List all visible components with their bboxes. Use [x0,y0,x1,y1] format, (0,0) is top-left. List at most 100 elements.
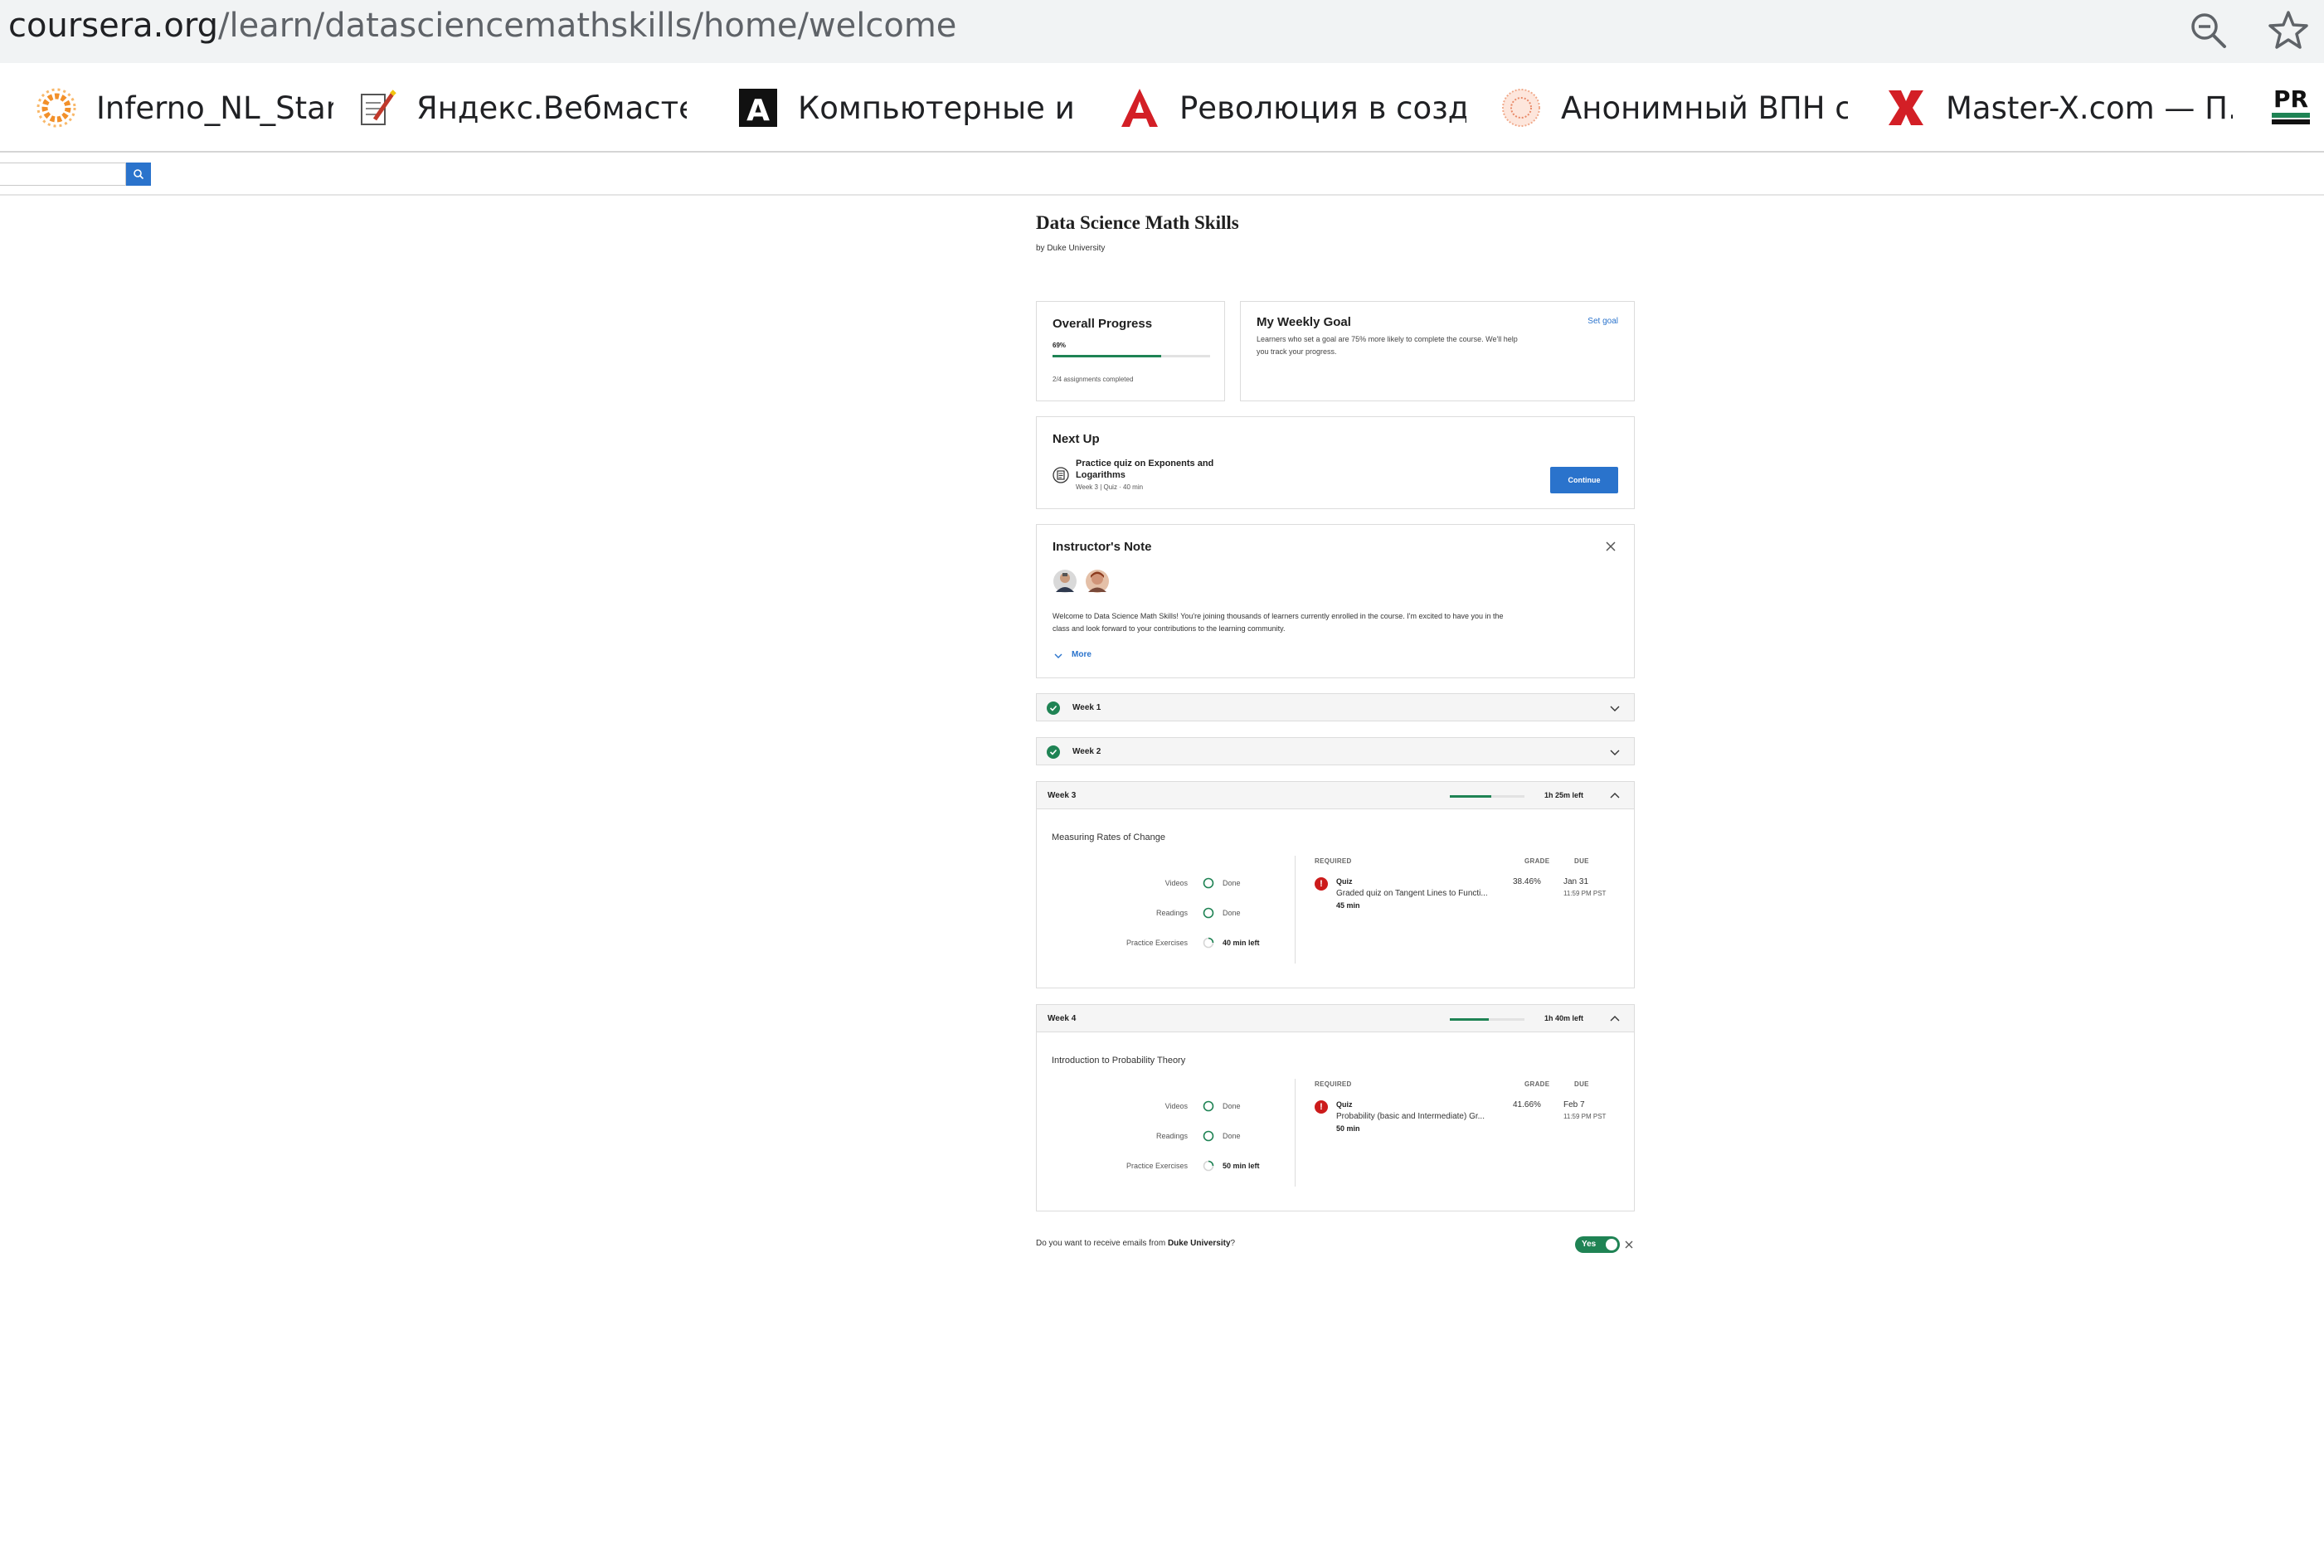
practice-exercises-label: Practice Exercises [1126,1162,1188,1170]
set-goal-link[interactable]: Set goal [1587,317,1618,326]
readings-status: Done [1223,1132,1241,1140]
due-column-header: DUE [1574,1080,1589,1088]
practice-exercises-status: 40 min left [1223,939,1260,947]
bookmark-label: Революция в созд... [1179,90,1466,126]
bookmark-item[interactable]: Master-X.com — П... [1884,83,2233,133]
module-title[interactable]: Measuring Rates of Change [1052,833,1165,842]
week-3-progress-bar [1450,795,1524,798]
instructor-note-title: Instructor's Note [1053,540,1152,554]
week-label: Week 2 [1072,747,1101,756]
bookmark-item[interactable]: Inferno_NL_Start [35,83,333,133]
videos-status: Done [1223,1102,1241,1110]
readings-label: Readings [1155,909,1188,917]
browser-address-bar[interactable]: coursera.org/learn/datasciencemathskills… [0,0,2324,63]
module-title[interactable]: Introduction to Probability Theory [1052,1056,1185,1066]
instructor-avatar [1053,570,1077,593]
done-ring-icon [1203,877,1214,889]
zoom-out-icon[interactable] [2186,8,2231,53]
assignments-completed: 2/4 assignments completed [1053,376,1134,383]
chevron-down-icon [1610,706,1620,711]
overall-progress-percent: 69% [1053,342,1067,349]
quiz-due-date: Feb 7 [1563,1100,1585,1109]
site-search-input[interactable] [0,163,126,186]
bookmark-item[interactable]: Революция в созд... [1118,83,1466,133]
week-3-content: Measuring Rates of Change Videos Done Re… [1036,809,1635,988]
next-up-item-title[interactable]: Practice quiz on Exponents and Logarithm… [1076,458,1213,481]
url-text[interactable]: coursera.org/learn/datasciencemathskills… [8,7,956,45]
check-circle-icon [1047,701,1060,715]
bookmark-label: PR [2273,85,2309,113]
bookmark-label: Компьютерные иг... [798,90,1077,126]
week-label: Week 1 [1072,703,1101,712]
red-x-icon [1884,86,1928,129]
quiz-grade: 41.66% [1513,1100,1541,1109]
pr-icon: PR [2269,86,2312,129]
grade-column-header: GRADE [1524,1080,1550,1088]
instructor-note-text-line: class and look forward to your contribut… [1053,624,1286,633]
email-toggle[interactable]: Yes [1575,1236,1620,1253]
quiz-time: 50 min [1336,1124,1360,1133]
bookmark-item[interactable]: Анонимный ВПН с... [1500,83,1848,133]
quiz-due-time: 11:59 PM PST [1563,1113,1607,1120]
overall-progress-fill [1053,355,1162,357]
quiz-type: Quiz [1336,877,1353,886]
chevron-down-icon [1054,653,1062,658]
quiz-type: Quiz [1336,1100,1353,1109]
week-4-progress-bar [1450,1018,1524,1021]
readings-status: Done [1223,909,1241,917]
required-column-header: REQUIRED [1315,1080,1352,1088]
quiz-name[interactable]: Probability (basic and Intermediate) Gr.… [1336,1112,1485,1121]
quiz-grade: 38.46% [1513,877,1541,886]
weekly-goal-text-line: Learners who set a goal are 75% more lik… [1257,335,1518,343]
instructor-avatar [1086,570,1109,593]
overall-progress-card: Overall Progress 69% 2/4 assignments com… [1036,301,1225,401]
email-toggle-label: Yes [1582,1240,1597,1249]
week-3-progress-fill [1450,795,1491,798]
next-up-title: Next Up [1053,432,1100,446]
close-icon[interactable] [1624,1240,1634,1250]
partial-ring-icon [1203,1160,1214,1172]
next-up-card: Next Up Practice quiz on Exponents and L… [1036,416,1635,509]
svg-text:A: A [746,94,770,128]
url-host: coursera.org [8,7,218,45]
course-provider: by Duke University [1036,244,1106,253]
continue-button[interactable]: Continue [1550,467,1618,493]
email-prompt: Do you want to receive emails from Duke … [1036,1239,1235,1248]
close-icon[interactable] [1605,541,1617,552]
bookmarks-bar: Inferno_NL_Start Яндекс.Вебмастер... A К… [0,63,2324,153]
week-3-header[interactable]: Week 3 1h 25m left [1036,781,1635,809]
week-2-header[interactable]: Week 2 [1036,737,1635,765]
bookmark-star-icon[interactable] [2266,8,2311,53]
quiz-name[interactable]: Graded quiz on Tangent Lines to Functi..… [1336,889,1488,898]
chevron-up-icon [1610,793,1620,799]
a-logo-icon: A [737,86,780,129]
bookmark-item[interactable]: A Компьютерные иг... [737,83,1077,133]
week-4-header[interactable]: Week 4 1h 40m left [1036,1004,1635,1032]
toggle-knob [1606,1239,1617,1250]
search-icon [134,169,144,180]
column-divider [1295,856,1296,964]
quiz-due-date: Jan 31 [1563,877,1589,886]
week-label: Week 3 [1048,791,1077,800]
alert-icon: ! [1315,1100,1328,1114]
course-home: Data Science Math Skills by Duke Univers… [1036,212,1635,253]
week-1-header[interactable]: Week 1 [1036,693,1635,721]
bookmark-label: Анонимный ВПН с... [1561,90,1848,126]
chevron-up-icon [1610,1016,1620,1022]
overall-progress-title: Overall Progress [1053,317,1153,331]
next-up-item-line: Logarithms [1076,470,1126,480]
red-a-icon [1118,86,1161,129]
bookmark-item[interactable]: PR [2269,83,2324,133]
videos-status: Done [1223,879,1241,887]
readings-label: Readings [1155,1132,1188,1140]
email-prompt-suffix: ? [1230,1239,1236,1248]
bookmark-item[interactable]: Яндекс.Вебмастер... [355,83,687,133]
site-search-button[interactable] [126,163,151,186]
week-time-left: 1h 25m left [1544,791,1584,799]
bookmark-label: Яндекс.Вебмастер... [416,90,687,126]
sphere-icon [1500,86,1543,129]
url-path: /learn/datasciencemathskills/home/welcom… [218,7,957,45]
overall-progress-bar [1053,355,1210,357]
more-link[interactable]: More [1072,650,1092,659]
weekly-goal-text: Learners who set a goal are 75% more lik… [1257,333,1518,358]
